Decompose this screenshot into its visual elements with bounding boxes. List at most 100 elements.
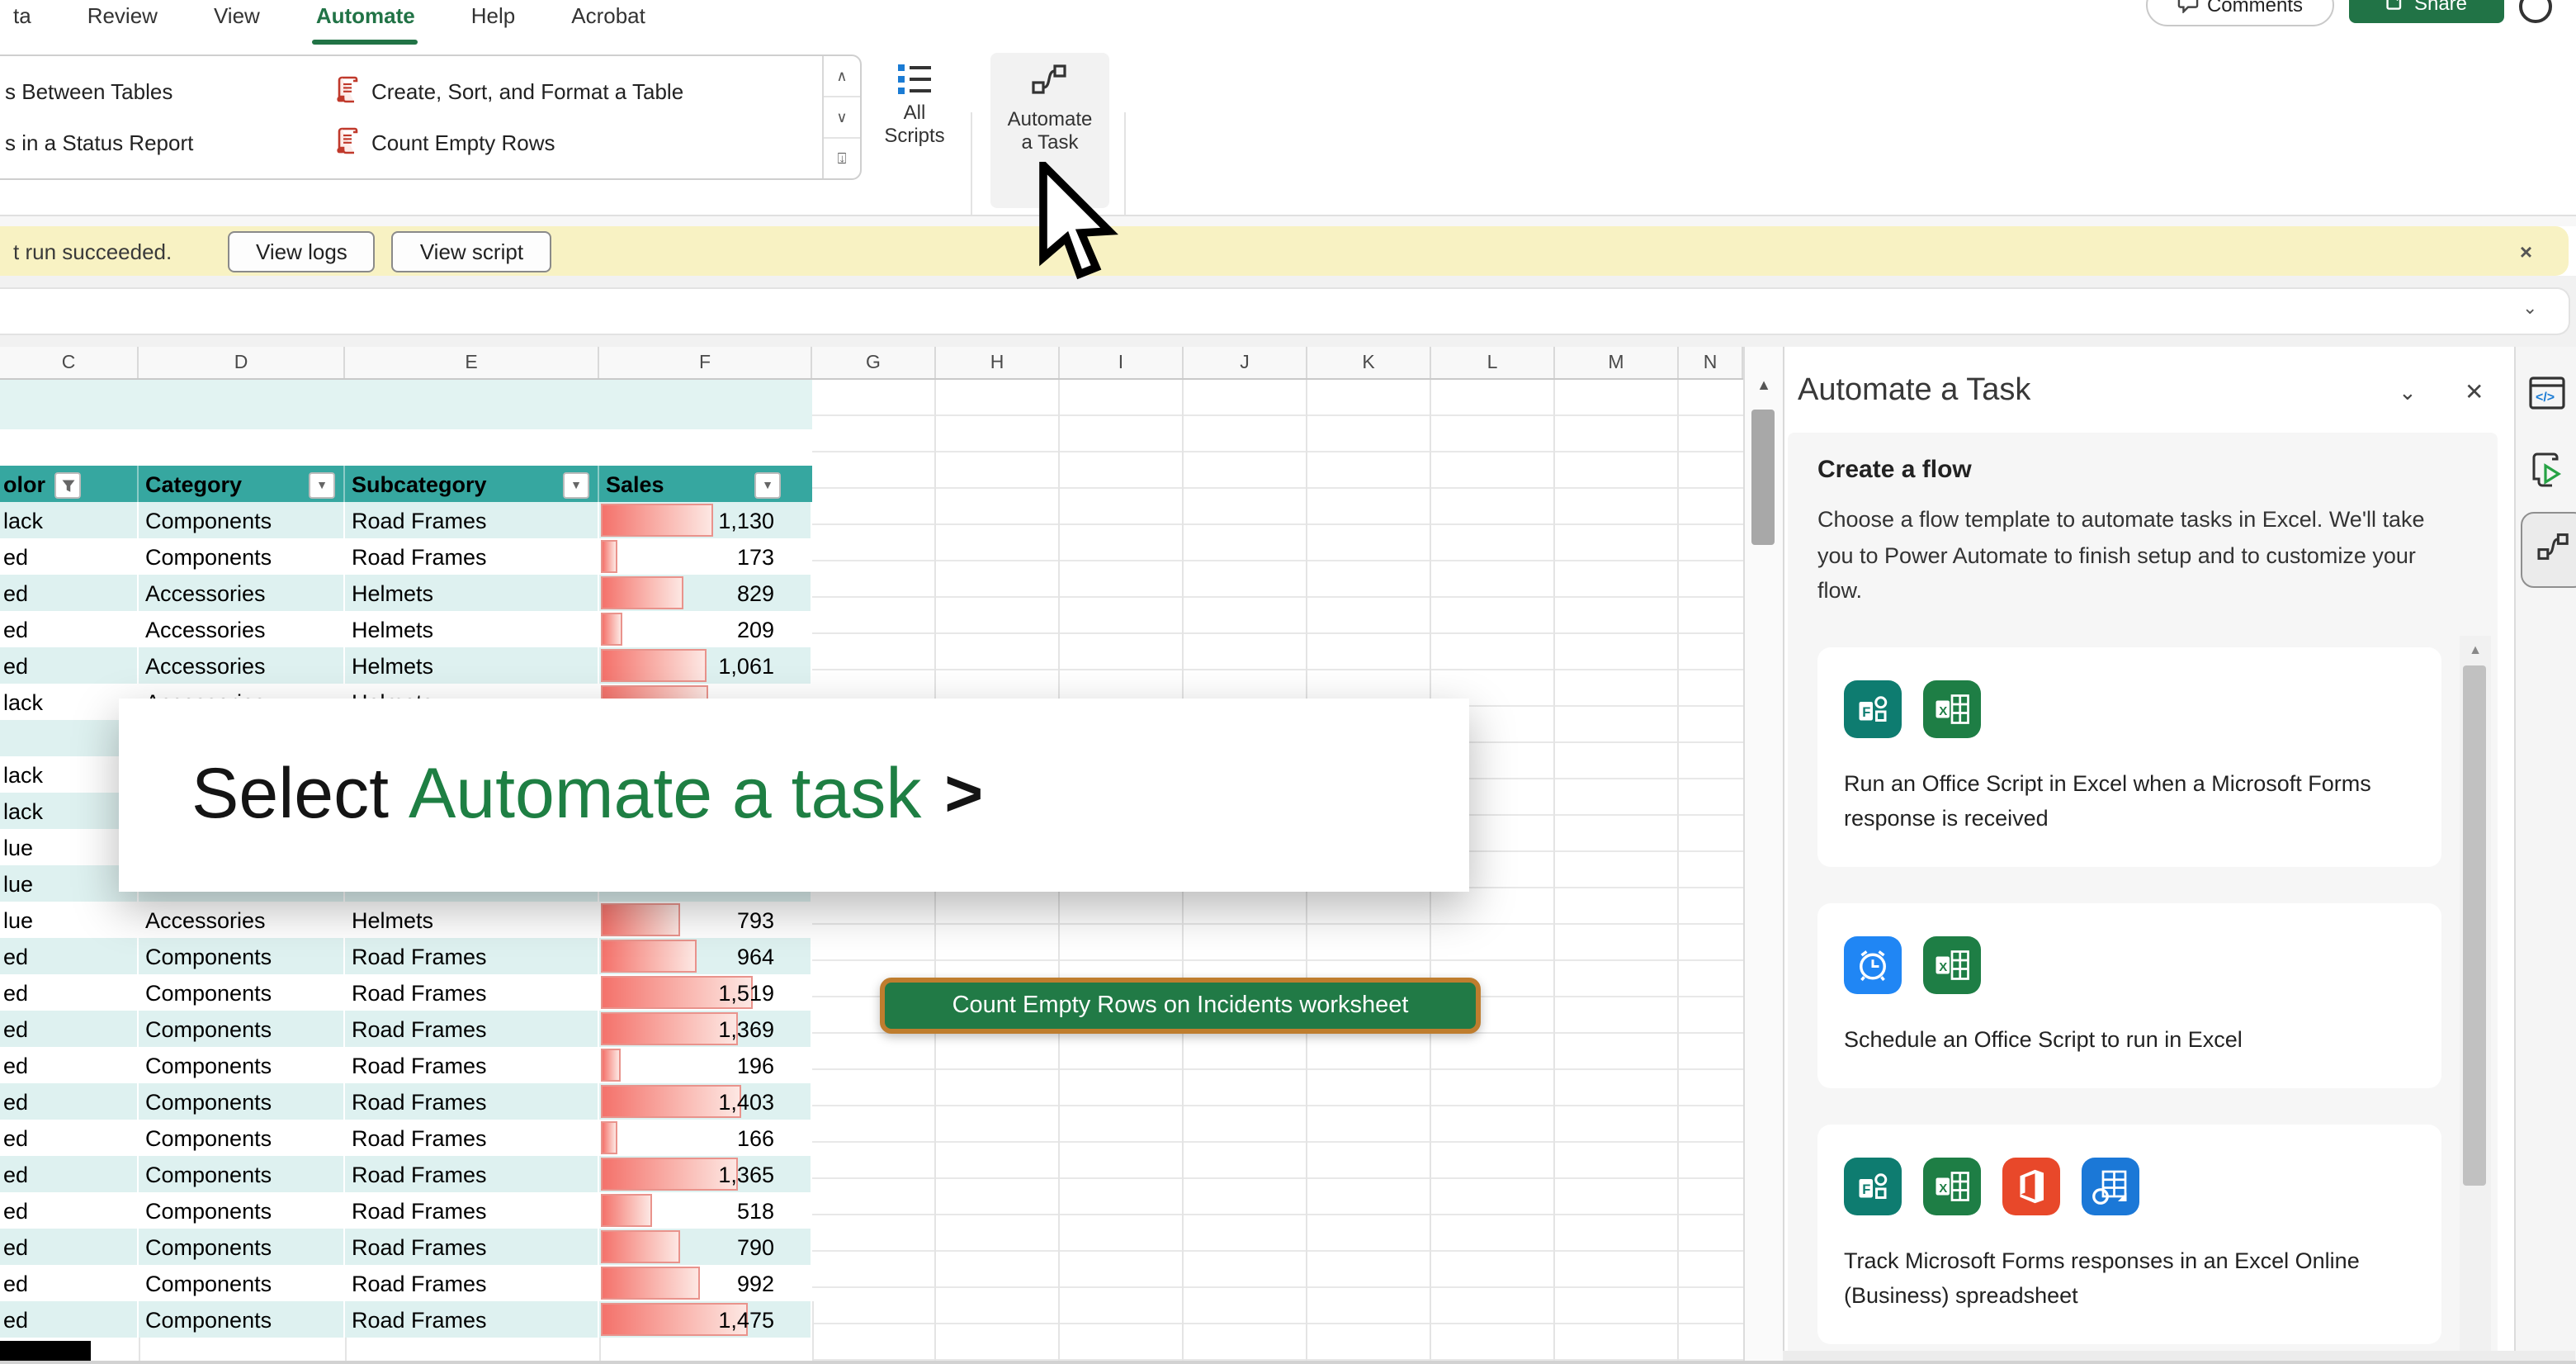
- scrollbar-thumb[interactable]: [2463, 665, 2486, 1186]
- flow-template-card[interactable]: FX Track Microsoft Forms responses in an…: [1817, 1125, 2441, 1344]
- cell-subcategory[interactable]: Road Frames: [345, 1156, 599, 1192]
- cell-color[interactable]: ed: [0, 1265, 139, 1301]
- gallery-scroll-up-icon[interactable]: ∧: [824, 56, 860, 97]
- cell-subcategory[interactable]: Road Frames: [345, 1083, 599, 1120]
- cell-subcategory[interactable]: Helmets: [345, 647, 599, 684]
- cell-category[interactable]: Components: [139, 1120, 345, 1156]
- cell-sales[interactable]: 209: [599, 611, 812, 647]
- column-header[interactable]: N: [1679, 347, 1743, 378]
- cell-sales[interactable]: 1,061: [599, 647, 812, 684]
- cell-category[interactable]: Components: [139, 1083, 345, 1120]
- cell-color[interactable]: ed: [0, 1083, 139, 1120]
- cell-sales[interactable]: 992: [599, 1265, 812, 1301]
- column-header[interactable]: D: [139, 347, 345, 378]
- cell-color[interactable]: ed: [0, 647, 139, 684]
- cell-sales[interactable]: 829: [599, 575, 812, 611]
- filter-dropdown-icon[interactable]: ▼: [754, 472, 781, 499]
- cell-sales[interactable]: 790: [599, 1229, 812, 1265]
- cell-sales[interactable]: 518: [599, 1192, 812, 1229]
- cell-category[interactable]: Components: [139, 502, 345, 538]
- filter-applied-icon[interactable]: [54, 472, 81, 499]
- cell-color[interactable]: ed: [0, 974, 139, 1011]
- run-script-icon[interactable]: [2527, 449, 2567, 489]
- notification-close-icon[interactable]: ×: [2520, 239, 2532, 263]
- cell-subcategory[interactable]: Road Frames: [345, 538, 599, 575]
- cell-color[interactable]: lack: [0, 684, 139, 720]
- ribbon-tab[interactable]: Help: [465, 0, 522, 28]
- header-sales[interactable]: Sales ▼: [599, 466, 812, 502]
- header-color[interactable]: olor: [0, 466, 139, 502]
- cell-subcategory[interactable]: Road Frames: [345, 1192, 599, 1229]
- cell-color[interactable]: ed: [0, 1011, 139, 1047]
- cell-color[interactable]: ed: [0, 611, 139, 647]
- filter-dropdown-icon[interactable]: ▼: [309, 472, 335, 499]
- cell-subcategory[interactable]: Road Frames: [345, 1120, 599, 1156]
- column-header[interactable]: J: [1184, 347, 1307, 378]
- cell-category[interactable]: Components: [139, 1192, 345, 1229]
- comments-button[interactable]: Comments: [2146, 0, 2334, 26]
- view-logs-button[interactable]: View logs: [228, 230, 376, 272]
- cell-subcategory[interactable]: Road Frames: [345, 1229, 599, 1265]
- cell-subcategory[interactable]: Road Frames: [345, 1301, 599, 1338]
- cell-subcategory[interactable]: Road Frames: [345, 502, 599, 538]
- cell-sales[interactable]: 1,519: [599, 974, 812, 1011]
- cell-subcategory[interactable]: Helmets: [345, 611, 599, 647]
- automate-pane-tab-selected[interactable]: [2521, 512, 2576, 588]
- cell-sales[interactable]: 1,475: [599, 1301, 812, 1338]
- cell-color[interactable]: ed: [0, 1120, 139, 1156]
- cell-category[interactable]: Components: [139, 1156, 345, 1192]
- flow-template-card[interactable]: FX Run an Office Script in Excel when a …: [1817, 647, 2441, 867]
- column-header[interactable]: M: [1555, 347, 1679, 378]
- gallery-scroll-down-icon[interactable]: ∨: [824, 97, 860, 139]
- formula-bar[interactable]: [0, 287, 2570, 335]
- cell-color[interactable]: [0, 720, 139, 756]
- cell-category[interactable]: Components: [139, 538, 345, 575]
- view-script-button[interactable]: View script: [392, 230, 551, 272]
- share-button[interactable]: Share: [2349, 0, 2504, 23]
- cell-color[interactable]: ed: [0, 538, 139, 575]
- column-header[interactable]: H: [936, 347, 1060, 378]
- banded-info-row[interactable]: [0, 380, 812, 429]
- cell-color[interactable]: ed: [0, 1192, 139, 1229]
- cell-subcategory[interactable]: Road Frames: [345, 974, 599, 1011]
- column-header[interactable]: I: [1060, 347, 1184, 378]
- column-header[interactable]: L: [1431, 347, 1555, 378]
- cell-color[interactable]: lack: [0, 502, 139, 538]
- cell-color[interactable]: ed: [0, 938, 139, 974]
- cell-subcategory[interactable]: Road Frames: [345, 1047, 599, 1083]
- cell-category[interactable]: Components: [139, 1047, 345, 1083]
- ribbon-tab[interactable]: Review: [81, 0, 164, 28]
- cell-sales[interactable]: 1,130: [599, 502, 812, 538]
- cell-color[interactable]: ed: [0, 1229, 139, 1265]
- cell-color[interactable]: lue: [0, 829, 139, 865]
- ribbon-tab[interactable]: Acrobat: [565, 0, 652, 28]
- cell-color[interactable]: lue: [0, 865, 139, 902]
- cell-sales[interactable]: 793: [599, 902, 812, 938]
- account-avatar-icon[interactable]: [2519, 0, 2552, 23]
- cell-color[interactable]: lack: [0, 793, 139, 829]
- code-editor-icon[interactable]: </>: [2527, 373, 2567, 413]
- cell-category[interactable]: Components: [139, 1229, 345, 1265]
- cell-sales[interactable]: 1,403: [599, 1083, 812, 1120]
- column-header[interactable]: F: [599, 347, 812, 378]
- cell-color[interactable]: ed: [0, 1047, 139, 1083]
- pane-close-icon[interactable]: ✕: [2465, 378, 2484, 406]
- script-gallery-item[interactable]: Create, Sort, and Format a Table: [335, 70, 683, 113]
- cell-color[interactable]: ed: [0, 575, 139, 611]
- cell-color[interactable]: ed: [0, 1156, 139, 1192]
- formula-bar-expand-chevron-icon[interactable]: ⌄: [2522, 297, 2537, 319]
- sheet-vertical-scrollbar[interactable]: ▲: [1743, 347, 1783, 1364]
- filter-dropdown-icon[interactable]: ▼: [563, 472, 589, 499]
- column-header[interactable]: E: [345, 347, 599, 378]
- cell-subcategory[interactable]: Road Frames: [345, 938, 599, 974]
- cell-category[interactable]: Accessories: [139, 647, 345, 684]
- cell-sales[interactable]: 964: [599, 938, 812, 974]
- pane-collapse-chevron-icon[interactable]: ⌄: [2399, 380, 2417, 406]
- cell-sales[interactable]: 166: [599, 1120, 812, 1156]
- cell-category[interactable]: Components: [139, 1011, 345, 1047]
- pane-vertical-scrollbar[interactable]: ▲: [2460, 636, 2491, 1364]
- scrollbar-thumb[interactable]: [1751, 410, 1775, 545]
- cell-category[interactable]: Components: [139, 938, 345, 974]
- cell-category[interactable]: Components: [139, 1301, 345, 1338]
- cell-sales[interactable]: 1,369: [599, 1011, 812, 1047]
